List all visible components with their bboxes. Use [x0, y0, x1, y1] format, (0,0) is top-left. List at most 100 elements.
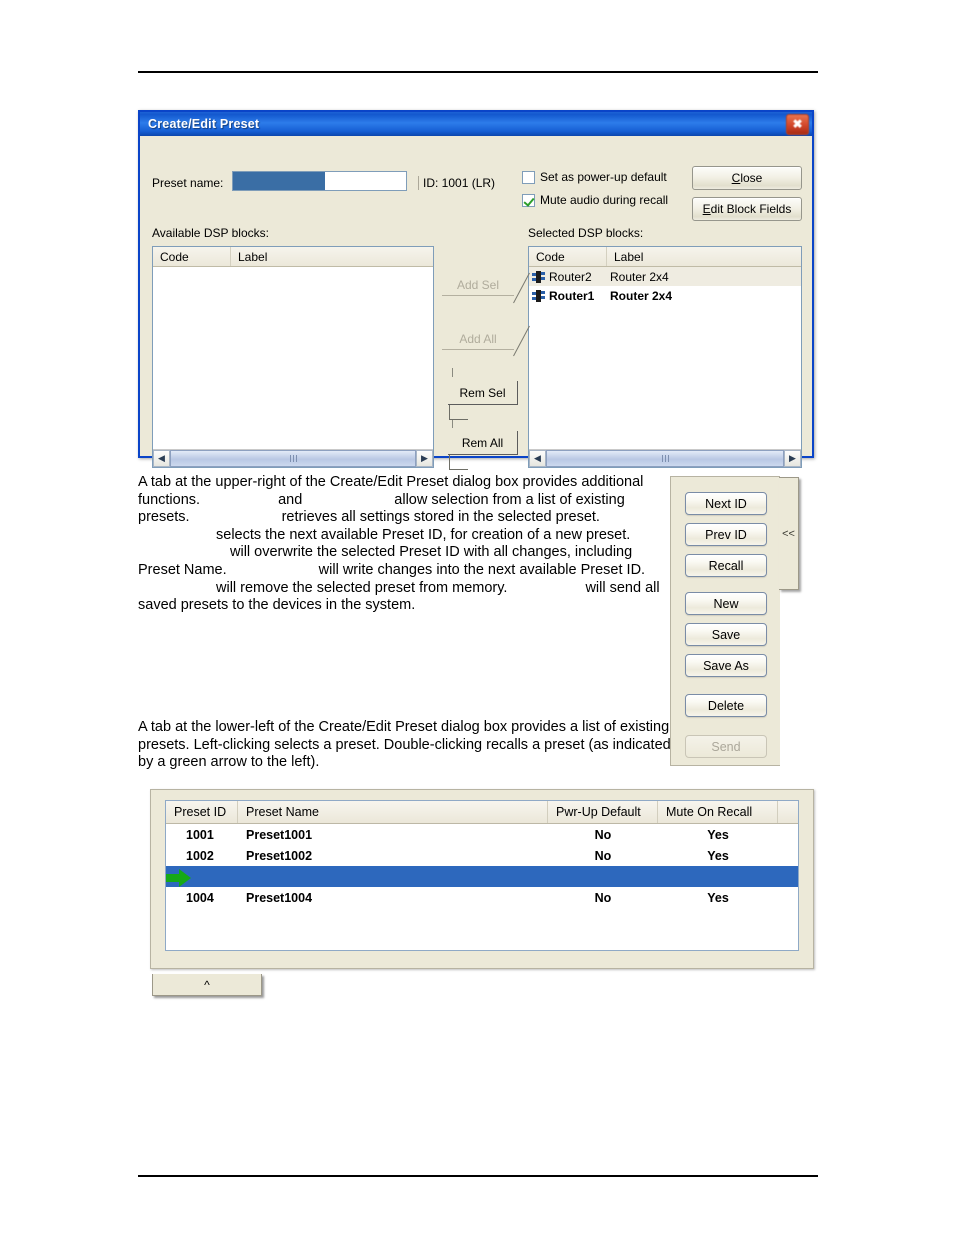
preset-table-row[interactable]: 1002 Preset1002 No Yes: [166, 845, 798, 866]
available-scroll-track[interactable]: [170, 450, 416, 467]
dsp-block-label: Router 2x4: [610, 288, 673, 303]
preset-cell-name: Preset1001: [246, 827, 313, 842]
green-arrow-icon: [166, 869, 191, 887]
edit-block-fields-label: Edit Block Fields: [702, 202, 792, 216]
chevron-right-icon[interactable]: ▶: [784, 450, 801, 467]
prev-id-button[interactable]: Prev ID: [685, 523, 767, 546]
dsp-block-code-cell: Router2: [529, 270, 610, 284]
chevron-right-icon[interactable]: ▶: [416, 450, 433, 467]
preset-col-name[interactable]: Preset Name: [238, 801, 548, 823]
dsp-block-row[interactable]: Router2 Router 2x4: [529, 267, 801, 286]
preset-list-header: Preset ID Preset Name Pwr-Up Default Mut…: [166, 801, 798, 824]
paragraph-lower-left-tab: A tab at the lower-left of the Create/Ed…: [138, 719, 671, 771]
selected-list-hscrollbar[interactable]: ◀ ▶: [529, 449, 801, 467]
available-list-hscrollbar[interactable]: ◀ ▶: [153, 449, 433, 467]
dialog-title: Create/Edit Preset: [148, 117, 260, 131]
paragraph-upper-right-tab: A tab at the upper-right of the Create/E…: [138, 474, 673, 615]
preset-cell-name: Preset1002: [246, 848, 313, 863]
close-x-icon[interactable]: ✖: [786, 114, 809, 135]
preset-col-id[interactable]: Preset ID: [166, 801, 238, 823]
close-button-label: Close: [731, 171, 763, 185]
dsp-block-code: Router2: [549, 269, 592, 284]
para1-seg8: will remove the selected preset from mem…: [216, 579, 508, 596]
recall-button[interactable]: Recall: [685, 554, 767, 577]
selected-list-header: Code Label: [529, 247, 801, 267]
preset-list-panel: Preset ID Preset Name Pwr-Up Default Mut…: [150, 789, 814, 969]
available-list-header: Code Label: [153, 247, 433, 267]
para1-seg7: will write changes into the next availab…: [318, 561, 646, 578]
para1-seg5: selects the next available Preset ID, fo…: [216, 526, 631, 543]
preset-table-row[interactable]: 1001 Preset1001 No Yes: [166, 824, 798, 845]
set-as-power-up-default-checkbox[interactable]: Set as power-up default: [522, 170, 667, 184]
para1-seg4: retrieves all settings stored in the sel…: [281, 509, 600, 526]
dsp-block-code: Router1: [549, 288, 595, 303]
mute-audio-during-recall-checkbox[interactable]: Mute audio during recall: [522, 193, 668, 207]
dsp-block-icon: [532, 270, 545, 283]
preset-cell-id: 1002: [186, 848, 214, 863]
preset-action-button-panel: Next ID Prev ID Recall New Save Save As …: [670, 476, 780, 766]
available-dsp-blocks-caption: Available DSP blocks:: [152, 226, 269, 240]
preset-cell-mute: Yes: [707, 890, 729, 905]
selected-col-label[interactable]: Label: [607, 247, 801, 266]
preset-list-tab[interactable]: ^: [152, 974, 262, 996]
rem-all-button[interactable]: Rem All: [448, 431, 518, 455]
page-header-rule: [138, 71, 818, 73]
chevron-left-icon[interactable]: ◀: [529, 450, 546, 467]
preset-name-input[interactable]: [232, 171, 407, 191]
dsp-block-code-cell: Router1: [529, 289, 610, 303]
dsp-block-label: Router 2x4: [610, 269, 669, 284]
preset-cell-pwr: No: [594, 848, 612, 863]
close-button[interactable]: Close: [692, 166, 802, 190]
rem-sel-button[interactable]: Rem Sel: [448, 381, 518, 405]
preset-list-rows: 1001 Preset1001 No Yes 1002 Preset1002 No Yes 10…: [166, 824, 798, 908]
preset-table-row[interactable]: 1004 Preset1004 No Yes: [166, 887, 798, 908]
transfer-decoration-corner: [449, 405, 468, 420]
chevron-left-icon[interactable]: ◀: [153, 450, 170, 467]
dsp-block-row[interactable]: Router1 Router 2x4: [529, 286, 801, 305]
preset-id-label: ID: 1001 (LR): [418, 176, 495, 190]
preset-name-label: Preset name:: [152, 176, 224, 190]
send-button: Send: [685, 735, 767, 758]
para1-seg2: and: [278, 491, 303, 508]
dsp-block-icon: [532, 289, 545, 302]
selected-col-code[interactable]: Code: [529, 247, 607, 266]
preset-cell-name: [238, 866, 548, 887]
preset-table-row[interactable]: [166, 866, 798, 887]
available-scroll-thumb[interactable]: [170, 450, 416, 467]
available-col-label[interactable]: Label: [231, 247, 433, 266]
delete-button[interactable]: Delete: [685, 694, 767, 717]
preset-cell-mute: Yes: [707, 827, 729, 842]
preset-cell-pwr: No: [594, 827, 612, 842]
selected-scroll-track[interactable]: [546, 450, 784, 467]
edit-block-fields-button[interactable]: Edit Block Fields: [692, 197, 802, 221]
selected-dsp-blocks-caption: Selected DSP blocks:: [528, 226, 644, 240]
add-all-button: Add All: [442, 328, 514, 350]
dialog-body: Preset name: ID: 1001 (LR) Set as power-…: [140, 136, 812, 470]
preset-cell-name: Preset1004: [246, 890, 313, 905]
selected-list-rows: Router2 Router 2x4 Router1 Router 2x4: [529, 267, 801, 305]
preset-col-pwr[interactable]: Pwr-Up Default: [548, 801, 658, 823]
next-id-button[interactable]: Next ID: [685, 492, 767, 515]
new-button[interactable]: New: [685, 592, 767, 615]
selected-scroll-thumb[interactable]: [546, 450, 784, 467]
available-dsp-blocks-list[interactable]: Code Label ◀ ▶: [152, 246, 434, 468]
create-edit-preset-dialog: Create/Edit Preset ✖ Preset name: ID: 10…: [138, 110, 814, 470]
save-as-button[interactable]: Save As: [685, 654, 767, 677]
dialog-titlebar: Create/Edit Preset ✖: [140, 112, 812, 136]
preset-cell-pwr: [548, 866, 658, 887]
available-col-code[interactable]: Code: [153, 247, 231, 266]
preset-cell-pwr: No: [594, 890, 612, 905]
page-footer-rule: [138, 1175, 818, 1177]
collapse-panel-tab[interactable]: <<: [779, 477, 799, 590]
selected-dsp-blocks-list[interactable]: Code Label Router2 Router 2x4 Router1 Route…: [528, 246, 802, 468]
checkbox-label-mute: Mute audio during recall: [540, 193, 669, 207]
save-button[interactable]: Save: [685, 623, 767, 646]
checkbox-box-powerup: [522, 170, 535, 184]
preset-cell-id: 1001: [186, 827, 214, 842]
checkbox-label-powerup: Set as power-up default: [540, 170, 667, 184]
checkbox-box-mute: [522, 193, 535, 207]
preset-col-mute[interactable]: Mute On Recall: [658, 801, 778, 823]
preset-name-selection-highlight: [233, 172, 325, 190]
preset-cell-mute: [658, 866, 778, 887]
preset-list-grid[interactable]: Preset ID Preset Name Pwr-Up Default Mut…: [165, 800, 799, 951]
